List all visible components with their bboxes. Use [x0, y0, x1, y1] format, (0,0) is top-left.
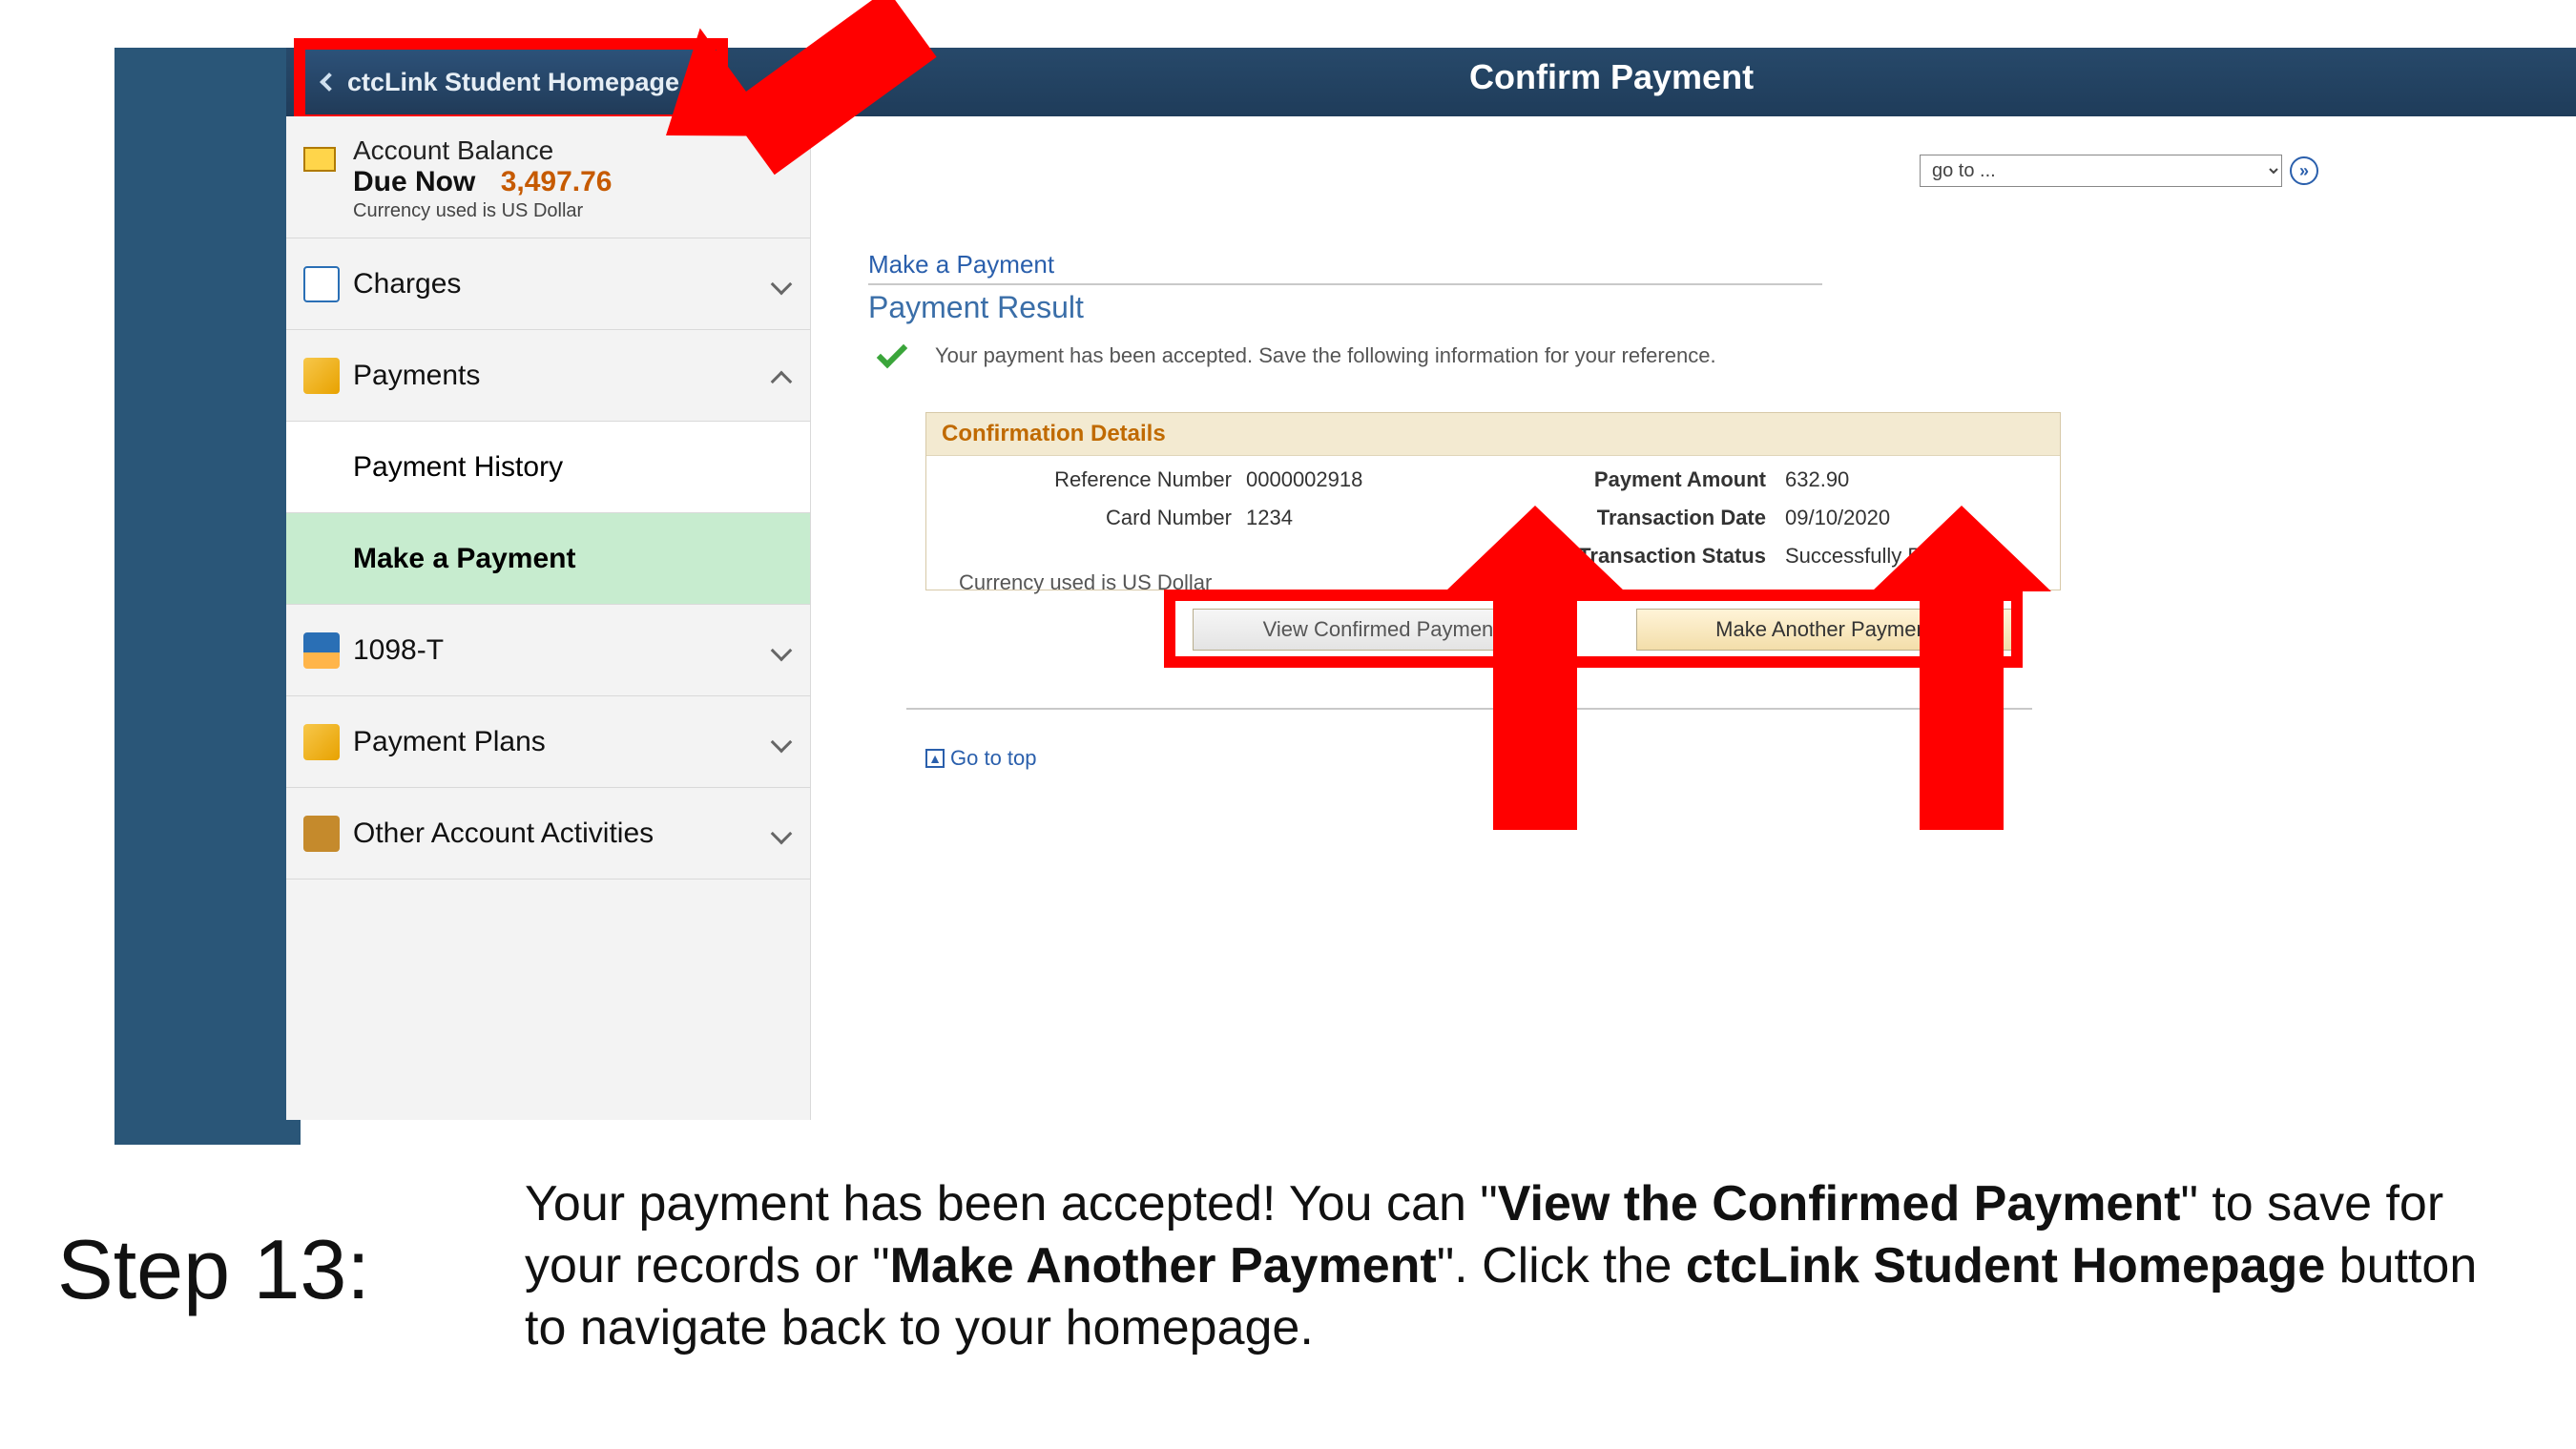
sidebar-item-label: Other Account Activities [353, 818, 654, 850]
panel-heading: Confirmation Details [926, 413, 2060, 456]
go-arrow-icon: » [2299, 161, 2309, 181]
due-now-label: Due Now [353, 166, 475, 197]
sidebar-subitem-make-payment[interactable]: Make a Payment [286, 513, 810, 605]
breadcrumb: Make a Payment [868, 250, 1054, 279]
left-background-stripe [114, 48, 301, 1145]
caption-text: Your payment has been accepted! You can … [525, 1176, 1498, 1232]
reference-number-label: Reference Number [965, 467, 1232, 492]
payments-icon [303, 358, 340, 394]
chevron-down-icon [771, 639, 793, 661]
step-number: Step 13: [57, 1221, 370, 1318]
sidebar-item-label: 1098-T [353, 634, 444, 667]
sidebar: Account Balance Due Now 3,497.76 Currenc… [286, 116, 811, 1120]
charges-icon [303, 266, 340, 302]
sidebar-item-payments[interactable]: Payments [286, 330, 810, 422]
annotation-highlight-buttons [1164, 590, 2023, 668]
caption-text: ". Click the [1437, 1238, 1686, 1294]
goto-go-button[interactable]: » [2290, 156, 2318, 185]
sidebar-item-1098t[interactable]: 1098-T [286, 605, 810, 696]
section-heading: Payment Result [868, 290, 1084, 325]
annotation-arrow-to-make-another-button [1920, 582, 2004, 830]
sidebar-item-label: Payments [353, 360, 480, 392]
page-title: Confirm Payment [1469, 57, 1754, 97]
goto-select[interactable]: go to ... [1920, 155, 2282, 187]
payment-amount-value: 632.90 [1785, 467, 1849, 492]
card-number-value: 1234 [1246, 506, 1293, 530]
currency-note: Currency used is US Dollar [353, 200, 783, 222]
due-amount: 3,497.76 [501, 166, 613, 197]
card-icon [303, 147, 336, 172]
sidebar-item-label: Payment Plans [353, 726, 546, 758]
card-number-label: Card Number [965, 506, 1232, 530]
divider [868, 283, 1822, 285]
instruction-caption: Your payment has been accepted! You can … [525, 1173, 2500, 1359]
sidebar-item-other-activities[interactable]: Other Account Activities [286, 788, 810, 880]
sidebar-item-payment-plans[interactable]: Payment Plans [286, 696, 810, 788]
chevron-down-icon [771, 822, 793, 844]
chevron-down-icon [771, 731, 793, 753]
folder-icon [303, 816, 340, 852]
accepted-message: Your payment has been accepted. Save the… [935, 343, 1716, 368]
go-to-top-link[interactable]: ▲ Go to top [925, 746, 1037, 771]
chevron-down-icon [771, 273, 793, 295]
chevron-up-icon [771, 371, 793, 393]
sidebar-item-label: Make a Payment [353, 543, 575, 575]
up-arrow-icon: ▲ [925, 749, 945, 768]
caption-bold: ctcLink Student Homepage [1686, 1238, 2325, 1294]
caption-bold: View the Confirmed Payment [1498, 1176, 2181, 1232]
main-content: go to ... » Make a Payment Payment Resul… [811, 116, 2433, 1120]
sidebar-item-label: Charges [353, 268, 461, 300]
reference-number-value: 0000002918 [1246, 467, 1362, 492]
sidebar-subitem-payment-history[interactable]: Payment History [286, 422, 810, 513]
sidebar-item-label: Payment History [353, 451, 563, 484]
goto-navigator: go to ... » [1920, 155, 2318, 187]
coins-icon [303, 724, 340, 760]
caption-bold: Make Another Payment [890, 1238, 1437, 1294]
go-to-top-label: Go to top [950, 746, 1037, 771]
annotation-arrow-to-view-button [1493, 582, 1577, 830]
payment-amount-label: Payment Amount [1499, 467, 1766, 492]
person-icon [303, 632, 340, 669]
sidebar-item-charges[interactable]: Charges [286, 238, 810, 330]
divider [906, 708, 2032, 710]
checkmark-icon [877, 338, 908, 369]
